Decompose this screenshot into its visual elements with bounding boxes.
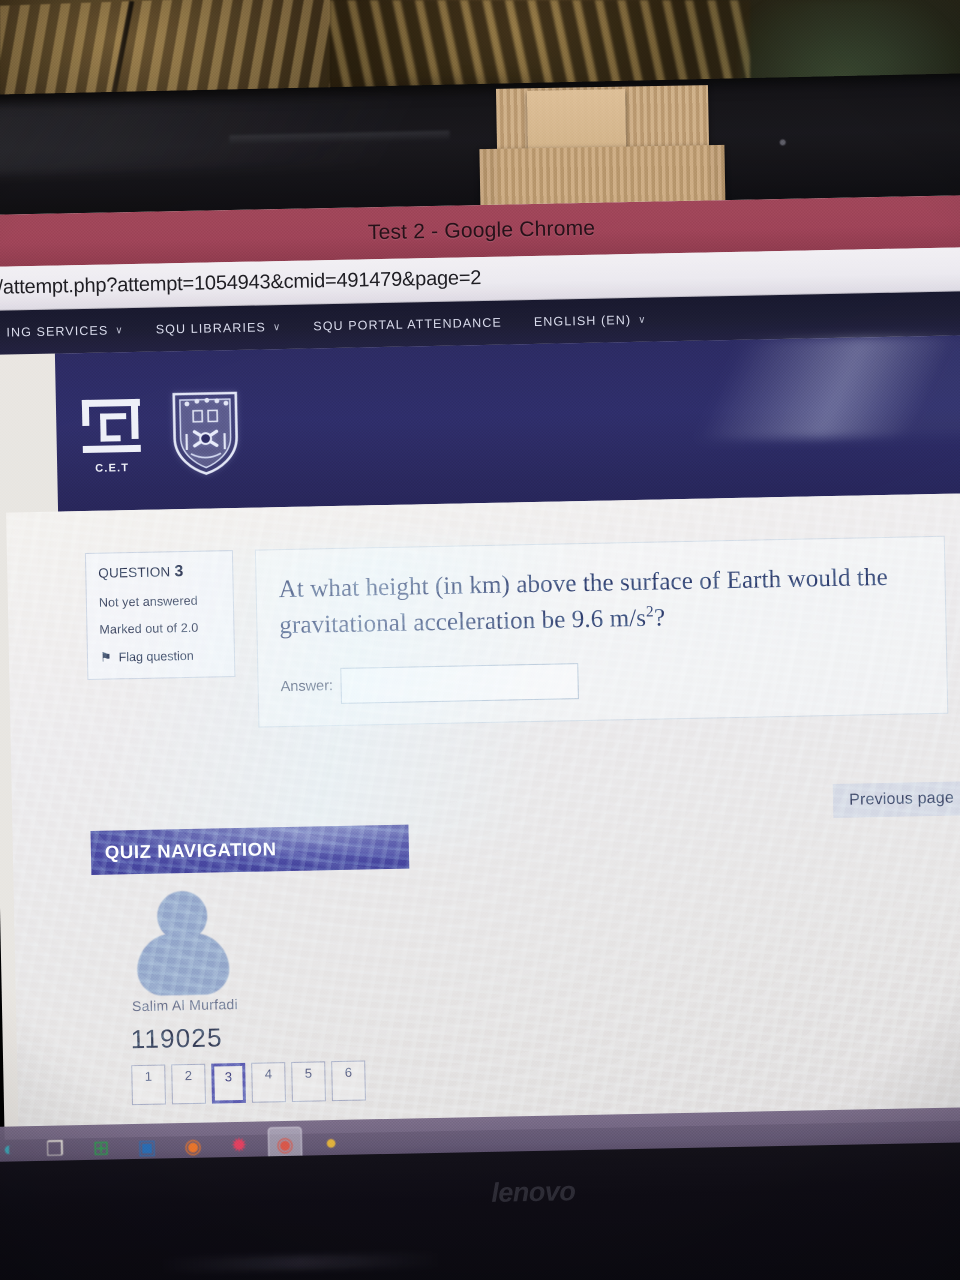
- nav-item-label: SQU PORTAL ATTENDANCE: [313, 315, 503, 334]
- firefox-glyph: ◉: [184, 1135, 203, 1158]
- flag-question-label: Flag question: [118, 648, 194, 665]
- laptop-screen-photo: Test 2 - Google Chrome /attempt.php?atte…: [0, 0, 960, 1280]
- question-info-panel: QUESTION 3 Not yet answered Marked out of…: [84, 550, 236, 680]
- antivirus-glyph: ▣: [137, 1136, 157, 1159]
- file-explorer-glyph: ❐: [45, 1137, 65, 1161]
- question-number-list: 1 2 3 4 5 6: [131, 1060, 414, 1106]
- screen-glare: [548, 335, 960, 444]
- question-text-line-2-post: ?: [653, 603, 666, 632]
- question-nav-button-3[interactable]: 3: [211, 1062, 246, 1104]
- student-name: Salim Al Murfadi: [131, 996, 239, 1015]
- question-text: At what height (in km) above the surface…: [278, 559, 921, 643]
- chrome-glyph: ◉: [276, 1133, 294, 1156]
- cet-logo-mark-icon: [80, 397, 143, 460]
- question-marks: Marked out of 2.0: [99, 620, 199, 637]
- app-icon-partial-glyph: ◐: [2, 1137, 16, 1161]
- nav-item-ing-services[interactable]: ING SERVICES ∨: [0, 323, 140, 340]
- nav-item-label: SQU LIBRARIES: [155, 320, 267, 337]
- student-id: 119025: [130, 1022, 223, 1055]
- question-nav-button-1[interactable]: 1: [131, 1064, 166, 1106]
- quiz-navigation-block: QUIZ NAVIGATION Salim Al Murfadi 119025 …: [90, 824, 414, 1106]
- chevron-down-icon: ∨: [638, 314, 647, 326]
- nav-item-language-english[interactable]: ENGLISH (EN) ∨: [518, 312, 663, 329]
- bezel-bottom-sheen: [160, 1252, 441, 1273]
- nav-item-label: ING SERVICES: [6, 323, 109, 340]
- nav-item-squ-libraries[interactable]: SQU LIBRARIES ∨: [140, 320, 298, 337]
- excel-glyph: ⊞: [92, 1137, 110, 1160]
- moodle-page-content: QUESTION 3 Not yet answered Marked out of…: [0, 493, 960, 1140]
- cet-logo-text: C.E.T: [95, 462, 130, 475]
- question-label: QUESTION: [98, 564, 171, 581]
- question-text-line-2-pre: gravitational acceleration be 9.6 m/s: [279, 604, 647, 639]
- cet-logo[interactable]: C.E.T: [76, 388, 148, 475]
- previous-page-button[interactable]: Previous page: [832, 781, 960, 819]
- squ-crest-icon[interactable]: [168, 383, 244, 476]
- chevron-down-icon: ∨: [115, 324, 124, 336]
- question-number: 3: [174, 563, 184, 581]
- answer-input[interactable]: [340, 663, 580, 704]
- lenovo-brand-logo: lenovo: [491, 1176, 576, 1208]
- webcam-indicator-icon: [779, 139, 786, 146]
- avatar: [130, 890, 236, 997]
- nav-item-squ-portal-attendance[interactable]: SQU PORTAL ATTENDANCE: [297, 315, 518, 334]
- question-status: Not yet answered: [98, 593, 198, 610]
- flag-question-button[interactable]: ⚑ Flag question: [100, 647, 222, 665]
- question-body: At what height (in km) above the surface…: [254, 535, 949, 728]
- laptop-display: Test 2 - Google Chrome /attempt.php?atte…: [0, 195, 960, 1140]
- question-block: QUESTION 3 Not yet answered Marked out of…: [84, 535, 949, 731]
- question-nav-button-5[interactable]: 5: [291, 1061, 326, 1102]
- site-header-band: C.E.T: [54, 335, 960, 512]
- question-nav-button-6[interactable]: 6: [331, 1060, 366, 1102]
- media-app-glyph: ✹: [230, 1134, 248, 1157]
- question-text-line-2: gravitational acceleration be 9.6 m/s2?: [279, 603, 666, 639]
- avatar-body-icon: [136, 932, 230, 997]
- browser-window-title: Test 2 - Google Chrome: [367, 216, 596, 245]
- folder-app-glyph: ●: [324, 1131, 338, 1154]
- laptop-bottom-bezel: lenovo: [0, 1141, 960, 1280]
- question-text-line-1: At what height (in km) above the surface…: [278, 563, 889, 604]
- answer-label: Answer:: [280, 678, 334, 696]
- chevron-down-icon: ∨: [272, 321, 282, 333]
- flag-icon: ⚑: [99, 649, 112, 665]
- nav-item-label: ENGLISH (EN): [533, 313, 632, 329]
- question-header: QUESTION 3: [98, 562, 220, 582]
- question-nav-button-4[interactable]: 4: [251, 1062, 286, 1103]
- answer-row: Answer:: [280, 656, 923, 705]
- question-nav-button-2[interactable]: 2: [171, 1063, 206, 1105]
- quiz-navigation-title: QUIZ NAVIGATION: [90, 824, 410, 875]
- address-bar-url[interactable]: /attempt.php?attempt=1054943&cmid=491479…: [0, 267, 481, 300]
